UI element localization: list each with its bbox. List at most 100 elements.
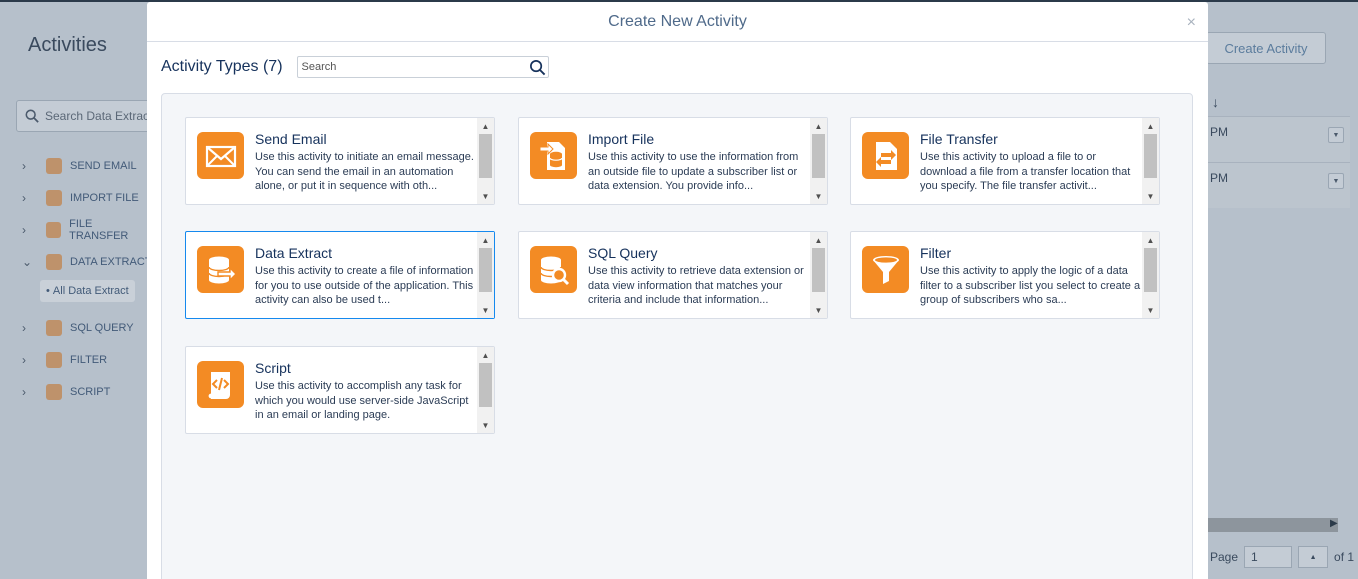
chevron-right-icon: › — [22, 191, 26, 205]
envelope-icon — [46, 158, 62, 174]
data-extract-icon — [197, 246, 244, 293]
activity-search-input[interactable]: Search Data Extract — [16, 100, 164, 132]
card-title: File Transfer — [920, 131, 998, 147]
scroll-thumb[interactable] — [1144, 248, 1157, 292]
activity-card-data-extract[interactable]: Data Extract Use this activity to create… — [185, 231, 495, 319]
scroll-thumb[interactable] — [812, 134, 825, 178]
nav-item-filter[interactable]: › FILTER — [22, 344, 152, 376]
scroll-thumb[interactable] — [479, 363, 492, 407]
pager-label: Page — [1210, 550, 1239, 564]
page-number-input[interactable]: 1 — [1244, 546, 1293, 568]
chevron-right-icon: › — [22, 223, 26, 237]
file-transfer-icon — [862, 132, 909, 179]
scroll-up-icon[interactable]: ▲ — [810, 233, 827, 247]
card-title: Send Email — [255, 131, 327, 147]
scroll-down-icon[interactable]: ▼ — [477, 189, 494, 203]
nav-label: DATA EXTRACT — [70, 256, 152, 268]
nav-label: FILE TRANSFER — [69, 218, 129, 242]
activity-card-script[interactable]: Script Use this activity to accomplish a… — [185, 346, 495, 434]
nav-item-sql-query[interactable]: › SQL QUERY — [22, 312, 152, 344]
scroll-thumb[interactable] — [479, 248, 492, 292]
filter-icon — [862, 246, 909, 293]
activity-card-file-transfer[interactable]: File Transfer Use this activity to uploa… — [850, 117, 1160, 205]
card-scrollbar[interactable]: ▲ ▼ — [477, 118, 494, 204]
card-scrollbar[interactable]: ▲ ▼ — [810, 118, 827, 204]
card-description: Use this activity to apply the logic of … — [920, 265, 1141, 307]
file-transfer-icon — [45, 222, 62, 238]
chevron-right-icon: › — [22, 321, 26, 335]
nav-subitem-all-data-extract[interactable]: • All Data Extract — [40, 280, 135, 302]
chevron-right-icon: › — [22, 159, 26, 173]
nav-label: SCRIPT — [70, 386, 111, 398]
card-description: Use this activity to use the information… — [588, 151, 799, 193]
subitem-label: All Data Extract — [52, 285, 129, 297]
nav-label: IMPORT FILE — [70, 192, 139, 204]
activity-types-search[interactable] — [296, 56, 549, 78]
nav-label: FILTER — [70, 354, 108, 366]
scroll-thumb[interactable] — [812, 248, 825, 292]
table-row[interactable]: PM ▼ — [1208, 116, 1350, 162]
card-scrollbar[interactable]: ▲ ▼ — [810, 232, 827, 318]
filter-icon — [46, 352, 62, 368]
scroll-up-icon[interactable]: ▲ — [477, 233, 494, 247]
horizontal-scrollbar[interactable] — [1208, 518, 1338, 532]
card-scrollbar[interactable]: ▲ ▼ — [477, 232, 494, 318]
activity-types-toolbar: Activity Types (7) — [161, 56, 549, 78]
row-dropdown-button[interactable]: ▼ — [1328, 173, 1344, 189]
scroll-down-icon[interactable]: ▼ — [477, 303, 494, 317]
card-title: Import File — [588, 131, 655, 147]
nav-item-send-email[interactable]: › SEND EMAIL — [22, 150, 152, 182]
card-scrollbar[interactable]: ▲ ▼ — [1142, 232, 1159, 318]
card-scrollbar[interactable]: ▲ ▼ — [477, 347, 494, 433]
scroll-right-icon[interactable]: ▶ — [1330, 518, 1338, 529]
scroll-up-icon[interactable]: ▲ — [1142, 233, 1159, 247]
page-stepper[interactable]: ▲ — [1298, 546, 1329, 568]
script-icon — [197, 361, 244, 408]
scroll-down-icon[interactable]: ▼ — [477, 418, 494, 432]
activity-card-sql-query[interactable]: SQL Query Use this activity to retrieve … — [518, 231, 828, 319]
chevron-right-icon: › — [22, 385, 26, 399]
card-description: Use this activity to accomplish any task… — [255, 380, 469, 422]
activity-types-label: Activity Types (7) — [161, 58, 283, 75]
scroll-up-icon[interactable]: ▲ — [810, 119, 827, 133]
nav-item-data-extract[interactable]: ⌄ DATA EXTRACT — [22, 246, 152, 278]
scroll-thumb[interactable] — [1144, 134, 1157, 178]
sql-query-icon — [46, 320, 62, 336]
scroll-down-icon[interactable]: ▼ — [810, 189, 827, 203]
activity-card-send-email[interactable]: Send Email Use this activity to initiate… — [185, 117, 495, 205]
scroll-up-icon[interactable]: ▲ — [477, 348, 494, 362]
scroll-down-icon[interactable]: ▼ — [810, 303, 827, 317]
create-activity-button[interactable]: Create Activity — [1206, 32, 1326, 64]
scroll-up-icon[interactable]: ▲ — [1142, 119, 1159, 133]
row-time: PM — [1210, 125, 1228, 139]
nav-item-import-file[interactable]: › IMPORT FILE — [22, 182, 152, 214]
nav-item-script[interactable]: › SCRIPT — [22, 376, 152, 408]
activity-types-search-input[interactable] — [301, 61, 522, 73]
nav-label: SEND EMAIL — [70, 160, 137, 172]
bullet-icon: • — [46, 285, 53, 297]
activity-card-import-file[interactable]: Import File Use this activity to use the… — [518, 117, 828, 205]
card-scrollbar[interactable]: ▲ ▼ — [1142, 118, 1159, 204]
modal-title: Create New Activity — [608, 12, 747, 30]
import-file-icon — [530, 132, 577, 179]
row-dropdown-button[interactable]: ▼ — [1328, 127, 1344, 143]
sql-query-icon — [530, 246, 577, 293]
activity-card-filter[interactable]: Filter Use this activity to apply the lo… — [850, 231, 1160, 319]
activity-type-nav: › SEND EMAIL › IMPORT FILE › FILE TRANSFER … — [22, 150, 152, 408]
search-icon[interactable] — [529, 59, 546, 76]
scroll-down-icon[interactable]: ▼ — [1142, 303, 1159, 317]
card-description: Use this activity to retrieve data exten… — [588, 265, 804, 307]
nav-item-file-transfer[interactable]: › FILE TRANSFER — [22, 214, 152, 246]
table-row[interactable]: PM ▼ — [1208, 162, 1350, 208]
modal-header: Create New Activity × — [147, 2, 1208, 42]
pager-total: of 1 — [1334, 550, 1355, 564]
card-description: Use this activity to upload a file to or… — [920, 151, 1131, 193]
search-placeholder: Search Data Extract — [45, 109, 153, 123]
sort-arrow-icon[interactable]: ↓ — [1212, 94, 1219, 110]
scroll-thumb[interactable] — [479, 134, 492, 178]
scroll-up-icon[interactable]: ▲ — [477, 119, 494, 133]
search-icon — [25, 109, 39, 123]
close-icon[interactable]: × — [1187, 14, 1196, 32]
chevron-right-icon: › — [22, 353, 26, 367]
scroll-down-icon[interactable]: ▼ — [1142, 189, 1159, 203]
